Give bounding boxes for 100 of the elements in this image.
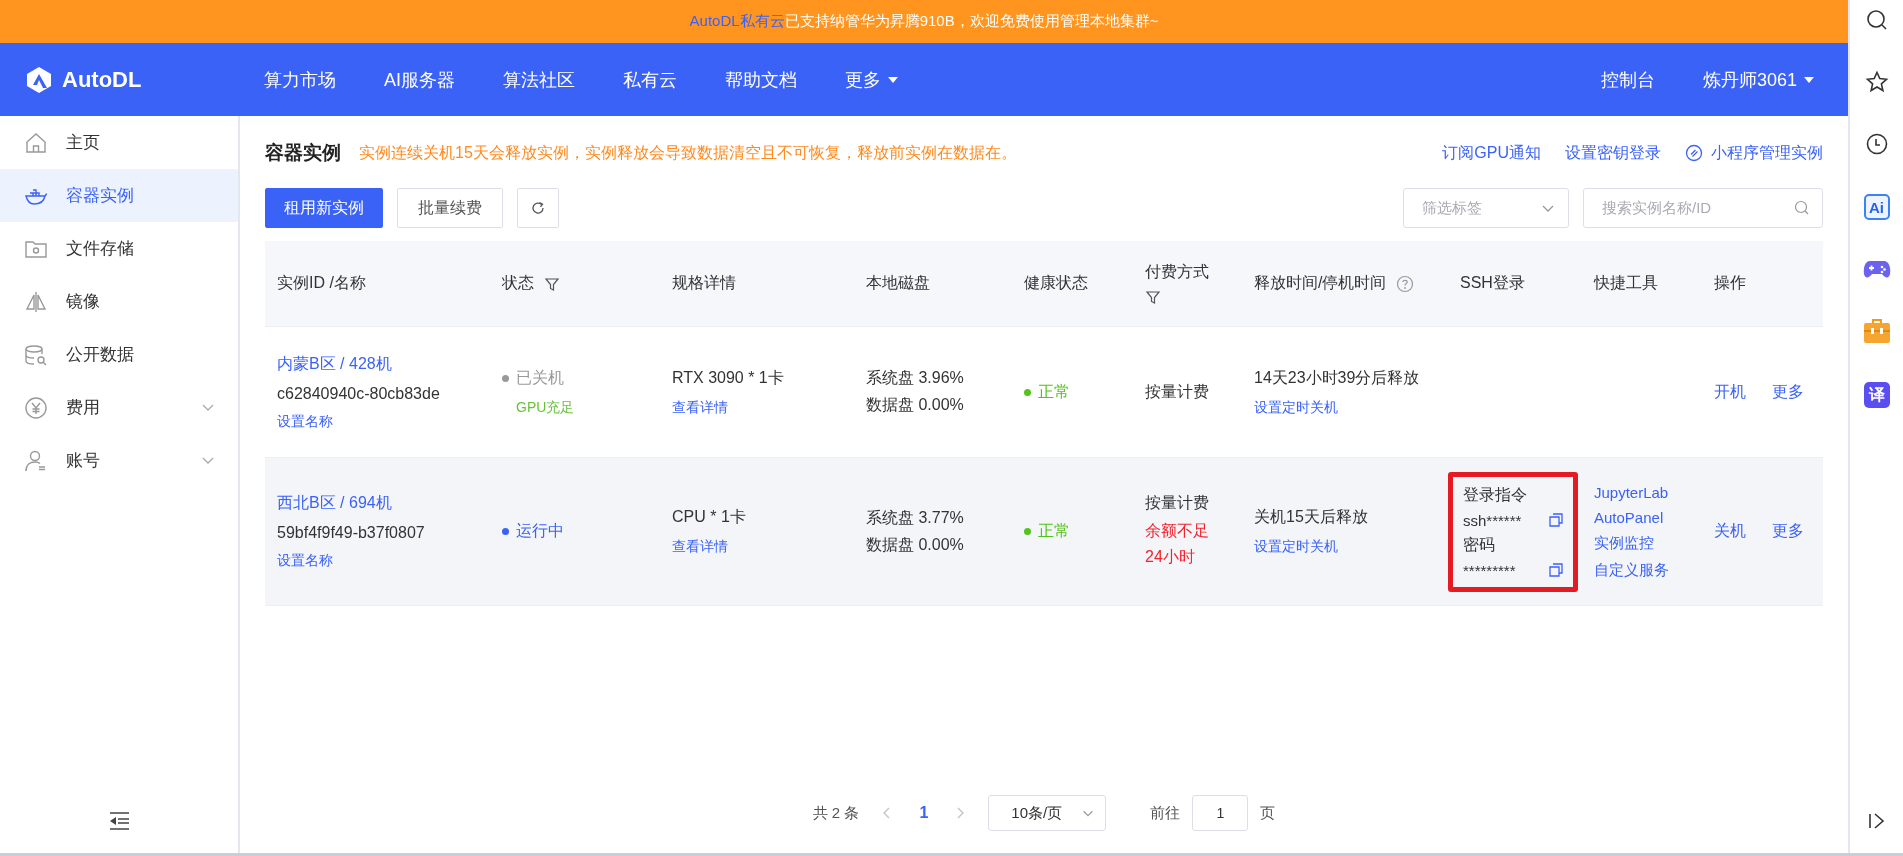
status-text: 已关机 xyxy=(516,367,564,388)
column-header: 本地磁盘 xyxy=(866,273,930,293)
nav-link[interactable]: 算法社区 xyxy=(503,67,575,92)
instance-name-link[interactable]: 西北B区 / 694机 xyxy=(277,493,480,514)
page-input[interactable]: 1 xyxy=(1192,795,1249,831)
database-icon xyxy=(24,342,48,367)
disk-usage: 数据盘 0.00% xyxy=(866,534,965,555)
page-size-select[interactable]: 10条/页 xyxy=(988,795,1107,831)
nav-link[interactable]: 私有云 xyxy=(623,67,677,92)
details-link[interactable]: 查看详情 xyxy=(672,398,844,417)
copy-icon[interactable] xyxy=(1549,513,1563,527)
release-time: 14天23小时39分后释放 xyxy=(1254,367,1421,388)
column-header: 规格详情 xyxy=(672,273,736,293)
sidebar-item[interactable]: 账号 xyxy=(0,434,238,487)
release-notice: 实例连续关机15天会释放实例，实例释放会导致数据清空且不可恢复，释放前实例在数据在。 xyxy=(359,142,1017,163)
rent-instance-button[interactable]: 租用新实例 xyxy=(265,188,383,228)
link-icon xyxy=(1685,144,1703,162)
rename-link[interactable]: 设置名称 xyxy=(277,412,480,431)
tool-link[interactable]: 实例监控 xyxy=(1594,533,1692,553)
gamepad-icon[interactable] xyxy=(1862,258,1891,280)
sidebar-item[interactable]: 镜像 xyxy=(0,275,238,328)
help-icon[interactable] xyxy=(1396,274,1415,293)
instance-name-link[interactable]: 内蒙B区 / 428机 xyxy=(277,353,480,375)
nav-link[interactable]: 算力市场 xyxy=(264,67,336,92)
copy-icon[interactable] xyxy=(1549,563,1563,577)
status-text: 运行中 xyxy=(516,521,564,541)
yen-icon xyxy=(24,395,48,420)
page-label: 页 xyxy=(1260,803,1276,823)
star-icon[interactable] xyxy=(1864,70,1889,94)
filter-icon[interactable] xyxy=(544,275,560,292)
sidebar-item[interactable]: 公开数据 xyxy=(0,328,238,381)
user-icon xyxy=(24,448,48,473)
header-link[interactable]: 小程序管理实例 xyxy=(1685,142,1823,164)
tool-link[interactable]: 自定义服务 xyxy=(1594,560,1692,580)
total-count: 共 2 条 xyxy=(812,803,860,823)
mirror-icon xyxy=(24,289,48,314)
select-placeholder: 筛选标签 xyxy=(1422,198,1482,218)
spec-text: CPU * 1卡 xyxy=(672,507,747,527)
refresh-icon xyxy=(530,200,546,216)
column-header: 快捷工具 xyxy=(1594,273,1658,293)
action-link[interactable]: 更多 xyxy=(1772,381,1804,403)
column-header: 健康状态 xyxy=(1024,273,1088,293)
sidebar-item[interactable]: 文件存储 xyxy=(0,222,238,275)
schedule-shutdown-link[interactable]: 设置定时关机 xyxy=(1254,398,1438,417)
column-header: 实例ID /名称 xyxy=(277,273,366,293)
nav-link[interactable]: 帮助文档 xyxy=(725,67,797,92)
ai-icon[interactable]: Ai xyxy=(1863,194,1890,220)
action-link[interactable]: 关机 xyxy=(1714,521,1746,542)
tool-link[interactable]: AutoPanel xyxy=(1594,508,1692,526)
logo-text: AutoDL xyxy=(62,66,142,93)
header-link[interactable]: 设置密钥登录 xyxy=(1565,142,1661,164)
nav-link[interactable]: 更多 xyxy=(845,67,899,92)
clock-icon[interactable] xyxy=(1864,132,1889,156)
toolbox-icon[interactable] xyxy=(1862,318,1891,344)
billing-type: 按量计费 xyxy=(1145,381,1210,402)
column-header: SSH登录 xyxy=(1460,273,1525,293)
health-text: 正常 xyxy=(1038,521,1070,541)
refresh-button[interactable] xyxy=(517,188,559,228)
sidebar-item[interactable]: 费用 xyxy=(0,381,238,434)
password-value: ********* xyxy=(1463,561,1516,579)
user-menu[interactable]: 炼丹师3061 xyxy=(1702,67,1815,92)
password-label: 密码 xyxy=(1463,534,1496,555)
filter-icon[interactable] xyxy=(1145,289,1161,305)
health-text: 正常 xyxy=(1038,381,1070,402)
action-link[interactable]: 更多 xyxy=(1772,521,1804,542)
caret-icon xyxy=(1803,75,1815,84)
disk-usage: 数据盘 0.00% xyxy=(866,395,965,415)
spec-text: RTX 3090 * 1卡 xyxy=(672,367,785,388)
details-link[interactable]: 查看详情 xyxy=(672,538,844,556)
column-header: 状态 xyxy=(502,273,534,293)
billing-type: 按量计费 xyxy=(1145,493,1210,514)
header-link[interactable]: 订阅GPU通知 xyxy=(1442,142,1541,164)
action-link[interactable]: 开机 xyxy=(1714,381,1746,403)
nav-link[interactable]: AI服务器 xyxy=(384,67,455,92)
goto-label: 前往 xyxy=(1150,803,1181,823)
console-link[interactable]: 控制台 xyxy=(1600,67,1655,92)
column-header: 操作 xyxy=(1714,273,1746,293)
translate-icon[interactable]: 译 xyxy=(1863,382,1890,408)
announcement-text: AutoDL私有云已支持纳管华为昇腾910B，欢迎免费使用管理本地集群~ xyxy=(689,12,1159,31)
search-icon[interactable] xyxy=(1864,8,1889,32)
rename-link[interactable]: 设置名称 xyxy=(277,552,480,570)
disk-usage: 系统盘 3.96% xyxy=(866,368,965,388)
batch-renew-button[interactable]: 批量续费 xyxy=(397,188,503,228)
tool-link[interactable]: JupyterLab xyxy=(1594,483,1692,501)
schedule-shutdown-link[interactable]: 设置定时关机 xyxy=(1254,538,1438,556)
ssh-command-label: 登录指令 xyxy=(1463,484,1528,505)
page-number[interactable]: 1 xyxy=(919,804,929,822)
sidebar-item[interactable]: 容器实例 xyxy=(0,169,238,222)
search-icon xyxy=(1794,200,1810,216)
sidebar-item[interactable]: 主页 xyxy=(0,116,238,169)
release-time: 关机15天后释放 xyxy=(1254,507,1369,527)
instance-id: 59bf4f9f49-b37f0807 xyxy=(277,524,426,542)
collapse-menu-icon[interactable] xyxy=(108,811,130,831)
page-size-value: 10条/页 xyxy=(1011,803,1063,823)
column-header: 释放时间/停机时间 xyxy=(1254,273,1387,293)
page-title: 容器实例 xyxy=(265,141,341,165)
gpu-availability: GPU充足 xyxy=(516,398,576,417)
search-placeholder: 搜索实例名称/ID xyxy=(1602,198,1712,218)
expand-sidebar-icon[interactable] xyxy=(1866,811,1887,831)
disk-usage: 系统盘 3.77% xyxy=(866,507,965,528)
